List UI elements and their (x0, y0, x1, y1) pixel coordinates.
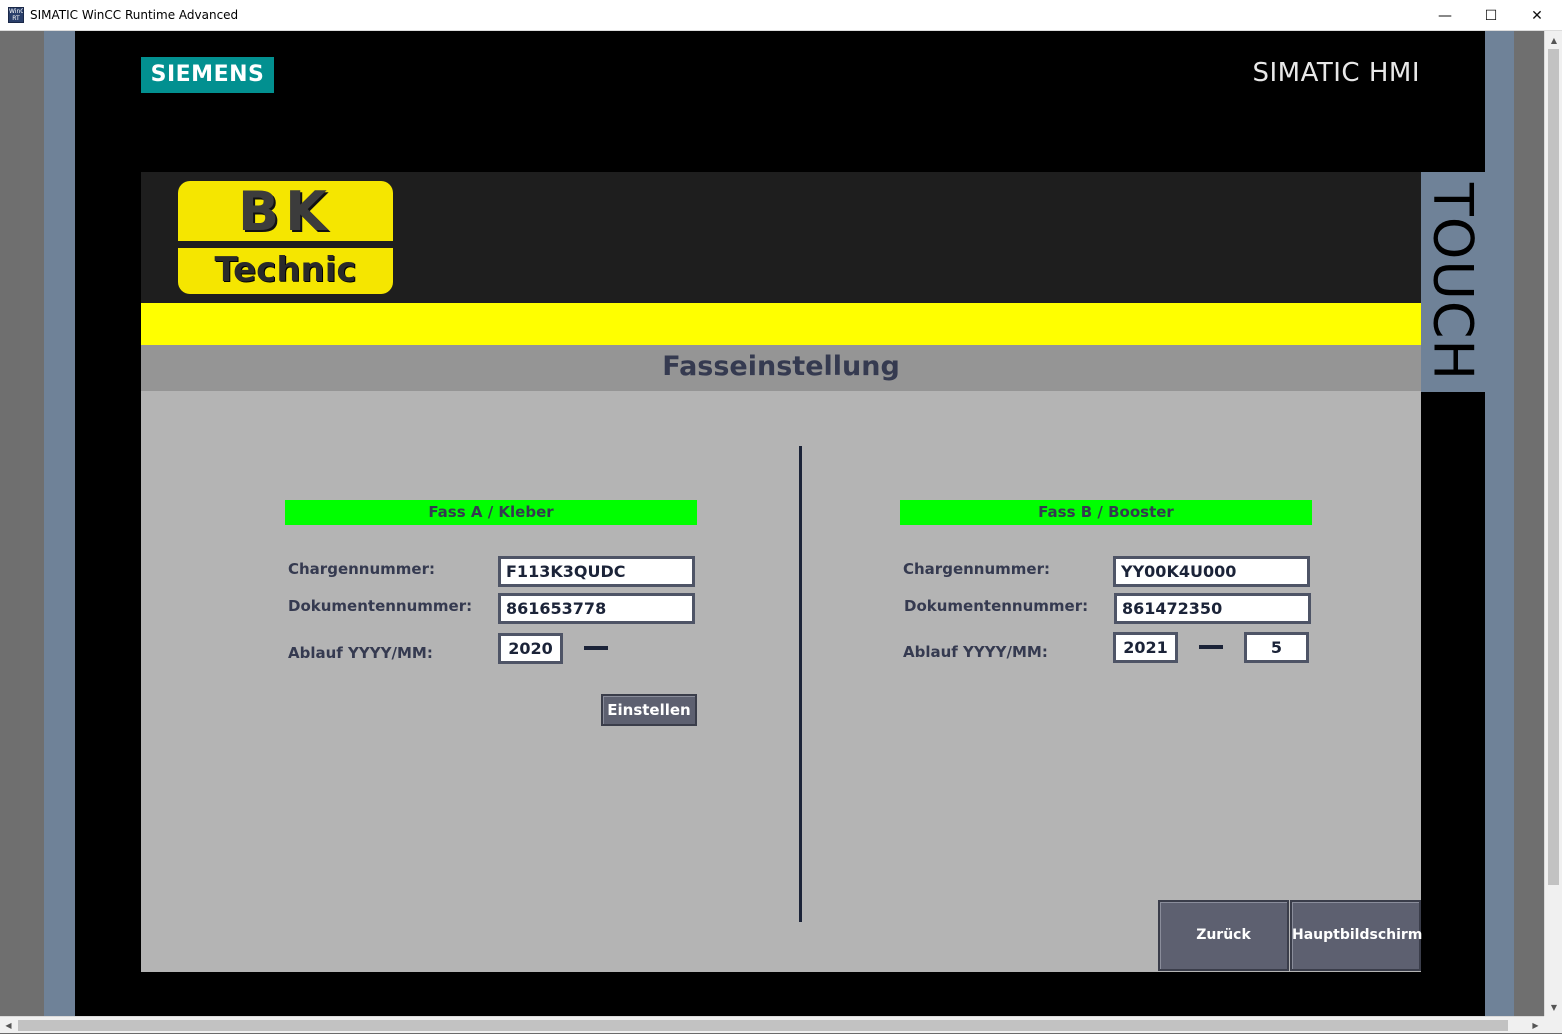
yellow-band (141, 303, 1421, 345)
maximize-button[interactable]: ☐ (1468, 0, 1514, 31)
left-frame (0, 31, 75, 1016)
left-frame-bezel (44, 31, 75, 1016)
fass-a-charge-field[interactable]: F113K3QUDC (498, 556, 695, 587)
page-title: Fasseinstellung (662, 351, 900, 382)
fass-a-doc-label: Dokumentennummer: (288, 597, 473, 615)
fass-b-charge-field[interactable]: YY00K4U000 (1113, 556, 1310, 587)
title-band: Fasseinstellung (141, 345, 1421, 391)
einstellen-button[interactable]: Einstellen (601, 694, 697, 726)
scroll-right-icon[interactable]: ▶ (1527, 1017, 1544, 1034)
scroll-left-icon[interactable]: ◀ (0, 1017, 17, 1034)
wincc-app-icon: WinCC RT (8, 7, 24, 23)
logo-technic-text: Technic (214, 250, 357, 290)
section-divider (799, 446, 802, 922)
fass-a-doc-field[interactable]: 861653778 (498, 593, 695, 624)
fass-b-expiry-separator (1199, 645, 1223, 649)
vertical-scrollbar[interactable]: ▲ ▼ (1544, 31, 1562, 1016)
fass-a-expiry-separator (584, 646, 608, 650)
horizontal-scrollbar[interactable]: ◀ ▶ (0, 1016, 1544, 1033)
fass-b-doc-field[interactable]: 861472350 (1114, 593, 1311, 624)
touch-side-label: TOUCH (1421, 172, 1485, 392)
fass-b-expiry-month-field[interactable]: 5 (1244, 632, 1309, 663)
screen-header: BK Technic (141, 172, 1421, 303)
close-button[interactable]: ✕ (1514, 0, 1560, 31)
fass-b-doc-label: Dokumentennummer: (904, 597, 1089, 615)
vertical-scroll-thumb[interactable] (1548, 49, 1559, 885)
right-frame-bezel (1485, 31, 1514, 1016)
scroll-down-icon[interactable]: ▼ (1545, 998, 1562, 1016)
horizontal-scroll-thumb[interactable] (18, 1020, 1508, 1031)
logo-bk-text: BK (237, 180, 333, 243)
window-title: SIMATIC WinCC Runtime Advanced (30, 8, 239, 22)
back-button[interactable]: Zurück (1158, 900, 1289, 971)
fass-a-expiry-year-field[interactable]: 2020 (498, 633, 563, 664)
logo-divider (178, 241, 393, 248)
fass-a-expiry-label: Ablauf YYYY/MM: (288, 644, 433, 662)
fass-b-expiry-label: Ablauf YYYY/MM: (903, 643, 1048, 661)
simatic-hmi-label: SIMATIC HMI (1252, 58, 1420, 88)
fass-b-header: Fass B / Booster (900, 500, 1312, 525)
siemens-logo: SIEMENS (141, 57, 274, 93)
home-screen-button[interactable]: Hauptbildschirm (1290, 900, 1422, 971)
scrollbar-corner (1544, 1016, 1562, 1033)
scroll-up-icon[interactable]: ▲ (1545, 31, 1562, 49)
fass-b-charge-label: Chargennummer: (903, 560, 1050, 578)
bk-technic-logo: BK Technic (178, 181, 393, 294)
minimize-button[interactable]: — (1422, 0, 1468, 31)
fass-b-expiry-year-field[interactable]: 2021 (1113, 632, 1178, 663)
fass-a-header: Fass A / Kleber (285, 500, 697, 525)
window-titlebar: WinCC RT SIMATIC WinCC Runtime Advanced … (0, 0, 1562, 31)
hmi-screen: BK Technic Fasseinstellung Fass A / Kleb… (141, 172, 1422, 972)
fass-a-charge-label: Chargennummer: (288, 560, 435, 578)
right-frame (1514, 31, 1544, 1016)
touch-text: TOUCH (1421, 182, 1485, 382)
